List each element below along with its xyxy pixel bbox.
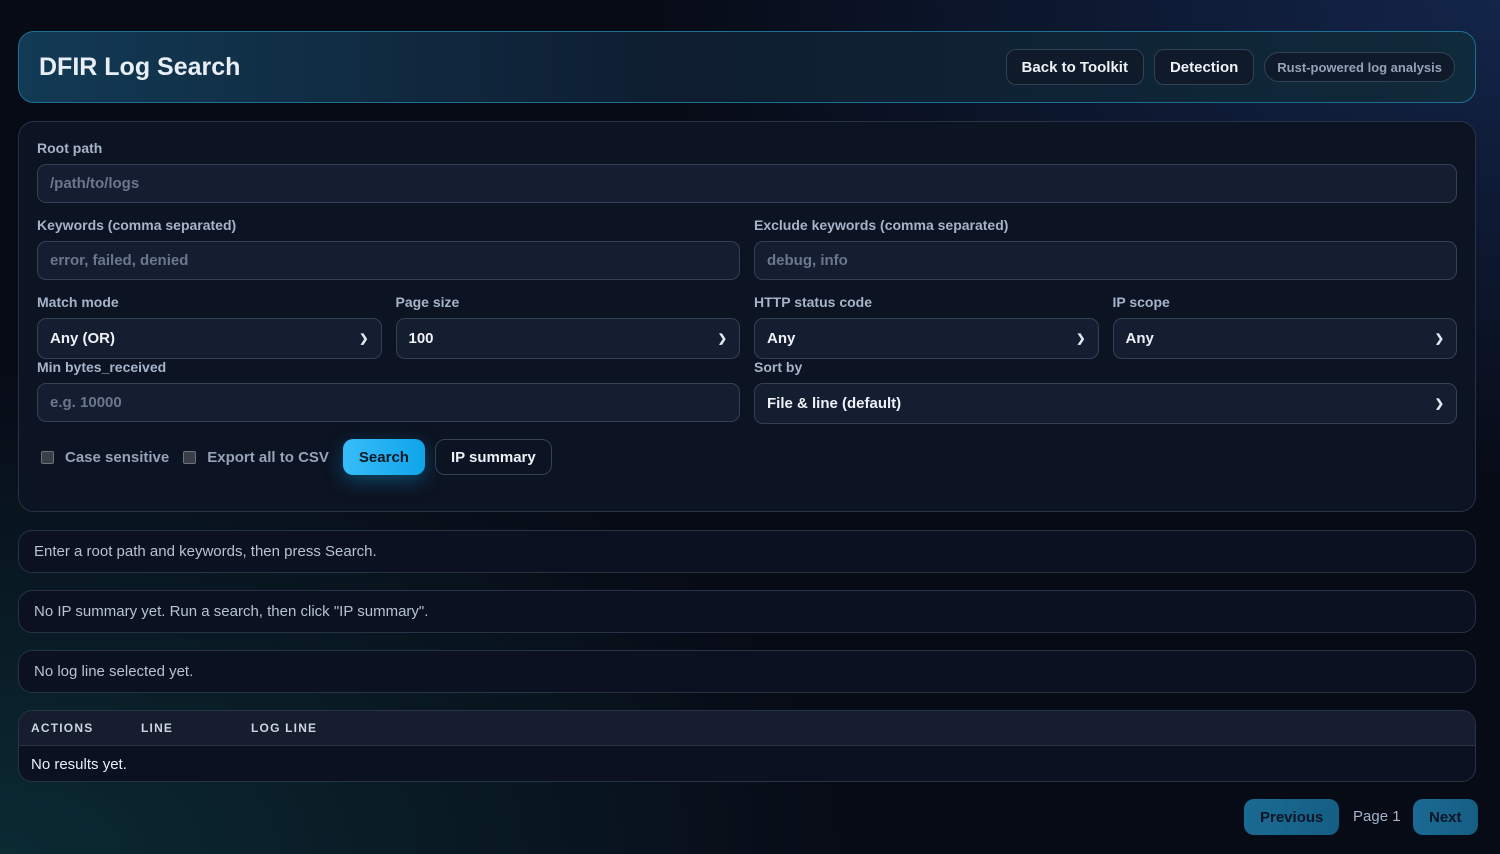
export-csv-checkbox[interactable] <box>183 450 197 464</box>
detection-button[interactable]: Detection <box>1153 49 1255 85</box>
min-bytes-input[interactable] <box>37 383 740 422</box>
results-table: ACTIONS LINE LOG LINE No results yet. <box>18 710 1476 782</box>
back-to-toolkit-button[interactable]: Back to Toolkit <box>1005 49 1144 85</box>
page-title: DFIR Log Search <box>39 52 241 81</box>
ip-scope-value: Any <box>1125 330 1154 347</box>
match-mode-label: Match mode <box>37 294 119 310</box>
table-header: ACTIONS LINE LOG LINE <box>19 711 1475 746</box>
page-size-label: Page size <box>395 294 460 310</box>
chevron-down-icon: ❯ <box>1434 333 1444 345</box>
root-path-input[interactable] <box>37 164 1457 203</box>
ip-scope-label: IP scope <box>1112 294 1170 310</box>
sort-by-value: File & line (default) <box>767 395 902 412</box>
search-button[interactable]: Search <box>342 439 425 475</box>
search-form: Root path Keywords (comma separated) Exc… <box>18 121 1476 512</box>
ip-summary-button[interactable]: IP summary <box>434 439 552 475</box>
chevron-down-icon: ❯ <box>1076 333 1086 345</box>
case-sensitive-label[interactable]: Case sensitive <box>65 449 169 466</box>
page-size-select[interactable]: 100 ❯ <box>395 318 740 359</box>
export-csv-label[interactable]: Export all to CSV <box>207 449 329 466</box>
sort-by-select[interactable]: File & line (default) ❯ <box>754 383 1457 424</box>
exclude-keywords-input[interactable] <box>754 241 1457 280</box>
tagline-badge: Rust-powered log analysis <box>1264 52 1455 82</box>
keywords-label: Keywords (comma separated) <box>37 217 237 233</box>
app-header: DFIR Log Search Back to Toolkit Detectio… <box>18 31 1476 103</box>
min-bytes-label: Min bytes_received <box>37 359 167 375</box>
chevron-down-icon: ❯ <box>717 333 727 345</box>
ip-scope-select[interactable]: Any ❯ <box>1112 318 1457 359</box>
empty-results: No results yet. <box>31 756 127 773</box>
column-header-log-line: LOG LINE <box>251 721 318 735</box>
case-sensitive-checkbox[interactable] <box>41 450 54 464</box>
match-mode-select[interactable]: Any (OR) ❯ <box>37 318 382 359</box>
previous-page-button[interactable]: Previous <box>1244 799 1340 835</box>
page-size-value: 100 <box>408 330 434 347</box>
chevron-down-icon: ❯ <box>359 333 369 345</box>
http-status-select[interactable]: Any ❯ <box>754 318 1099 359</box>
sort-by-label: Sort by <box>754 359 803 375</box>
exclude-label: Exclude keywords (comma separated) <box>754 217 1009 233</box>
http-status-label: HTTP status code <box>754 294 872 310</box>
root-path-label: Root path <box>37 140 103 156</box>
column-header-actions: ACTIONS <box>31 721 94 735</box>
http-status-value: Any <box>767 330 796 347</box>
selected-line-panel: No log line selected yet. <box>18 650 1476 693</box>
ip-summary-panel: No IP summary yet. Run a search, then cl… <box>18 590 1476 633</box>
page-indicator: Page 1 <box>1353 808 1401 825</box>
column-header-line: LINE <box>141 721 174 735</box>
keywords-input[interactable] <box>37 241 740 280</box>
search-status: Enter a root path and keywords, then pre… <box>18 530 1476 573</box>
chevron-down-icon: ❯ <box>1434 398 1444 410</box>
next-page-button[interactable]: Next <box>1413 799 1478 835</box>
match-mode-value: Any (OR) <box>50 330 115 347</box>
